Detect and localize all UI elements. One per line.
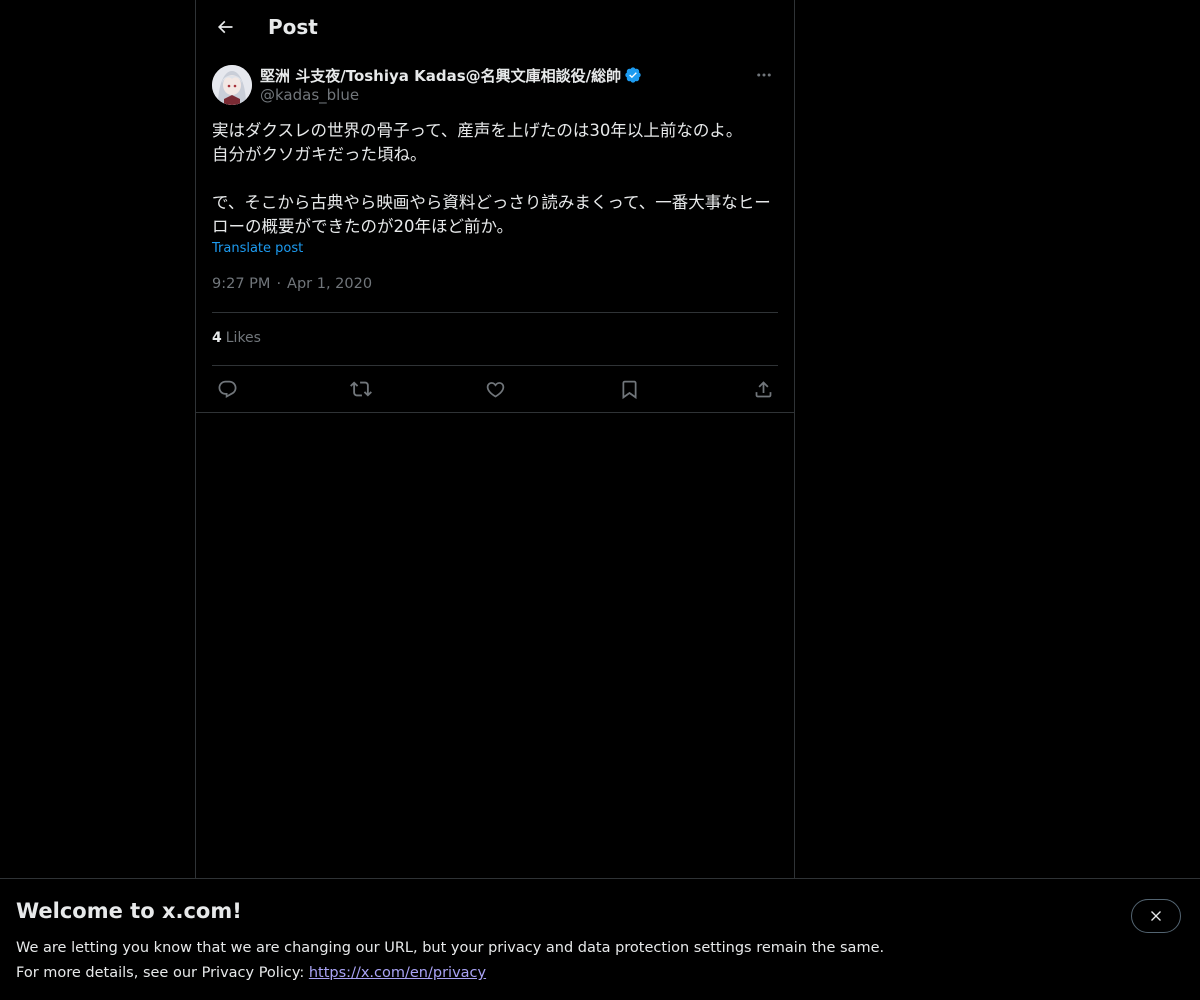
handle[interactable]: @kadas_blue bbox=[260, 85, 642, 105]
bookmark-button[interactable] bbox=[614, 374, 644, 404]
action-bar bbox=[212, 366, 778, 412]
privacy-policy-link[interactable]: https://x.com/en/privacy bbox=[309, 965, 486, 981]
reply-icon bbox=[218, 380, 236, 398]
display-name-row: 堅洲 斗支夜/Toshiya Kadas@名興文庫相談役/総帥 bbox=[260, 65, 642, 85]
post-text: 実はダクスレの世界の骨子って、産声を上げたのは30年以上前なのよ。 自分がクソガ… bbox=[212, 121, 771, 236]
likes-count: 4 bbox=[212, 330, 222, 346]
timestamp-separator: · bbox=[276, 276, 282, 292]
timestamp: 9:27 PM · Apr 1, 2020 bbox=[212, 276, 372, 292]
close-icon bbox=[1151, 911, 1161, 921]
main-column: Post 堅洲 斗支夜/Toshiya Kadas@名興文庫相談役/総帥 @ka… bbox=[195, 0, 795, 878]
url-change-banner: Welcome to x.com! We are letting you kno… bbox=[0, 878, 1200, 1000]
translate-post-link[interactable]: Translate post bbox=[212, 241, 303, 256]
likes-row[interactable]: 4 Likes bbox=[212, 330, 261, 346]
arrow-left-icon bbox=[217, 20, 233, 34]
avatar[interactable] bbox=[212, 65, 252, 105]
page-title: Post bbox=[268, 15, 318, 39]
display-name[interactable]: 堅洲 斗支夜/Toshiya Kadas@名興文庫相談役/総帥 bbox=[260, 65, 621, 86]
repost-button[interactable] bbox=[346, 374, 376, 404]
share-icon bbox=[755, 380, 771, 397]
bookmark-icon bbox=[622, 380, 636, 399]
verified-badge-icon[interactable] bbox=[624, 66, 642, 84]
banner-line-2: For more details, see our Privacy Policy… bbox=[16, 961, 884, 986]
banner-line-1: We are letting you know that we are chan… bbox=[16, 940, 885, 956]
divider bbox=[196, 412, 794, 413]
post-time[interactable]: 9:27 PM bbox=[212, 276, 270, 292]
like-button[interactable] bbox=[480, 374, 510, 404]
back-button[interactable] bbox=[208, 10, 242, 44]
heart-icon bbox=[486, 381, 504, 398]
repost-icon bbox=[350, 381, 372, 397]
more-horizontal-icon bbox=[757, 73, 771, 77]
divider bbox=[212, 312, 778, 313]
share-button[interactable] bbox=[748, 374, 778, 404]
banner-text: We are letting you know that we are chan… bbox=[16, 936, 884, 986]
likes-label: Likes bbox=[225, 330, 261, 346]
post-date[interactable]: Apr 1, 2020 bbox=[287, 276, 372, 292]
author-info: 堅洲 斗支夜/Toshiya Kadas@名興文庫相談役/総帥 @kadas_b… bbox=[260, 65, 642, 105]
banner-line-2-prefix: For more details, see our Privacy Policy… bbox=[16, 965, 309, 981]
more-button[interactable] bbox=[750, 63, 778, 87]
avatar-image bbox=[212, 65, 252, 105]
banner-title: Welcome to x.com! bbox=[16, 899, 242, 923]
reply-button[interactable] bbox=[212, 374, 242, 404]
header: Post bbox=[196, 0, 794, 53]
close-button[interactable] bbox=[1131, 899, 1181, 933]
